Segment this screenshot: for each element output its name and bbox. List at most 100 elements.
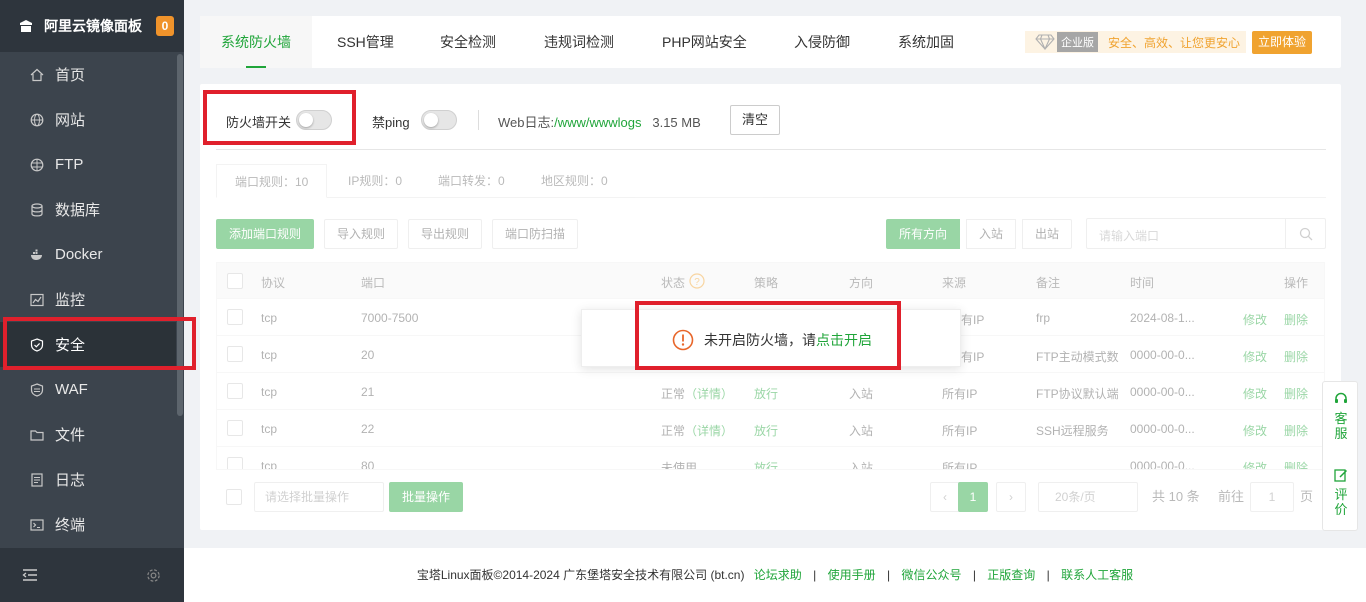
service-label: 客服 [1334, 411, 1348, 441]
tab-intrusion-defense[interactable]: 入侵防御 [794, 16, 850, 68]
footer-separator: | [972, 568, 976, 582]
direction-all-button[interactable]: 所有方向 [886, 219, 961, 249]
floating-help: 客服 评价 [1322, 381, 1358, 531]
delete-link[interactable]: 删除 [1284, 348, 1308, 365]
weblog-path[interactable]: /www/wwwlogs [554, 115, 641, 130]
log-icon [30, 472, 44, 487]
edit-link[interactable]: 修改 [1243, 422, 1267, 439]
tab-ip-rules[interactable]: IP规则：0 [348, 164, 402, 198]
tab-php-security[interactable]: PHP网站安全 [662, 16, 747, 68]
settings-gear-icon[interactable] [146, 568, 161, 583]
batch-action-select[interactable]: 请选择批量操作 [254, 482, 384, 512]
ping-toggle[interactable] [421, 110, 457, 130]
help-icon[interactable]: ? [689, 273, 705, 289]
table-row[interactable]: tcp 22 正常（详情） 放行 入站 所有IP SSH远程服务 0000-00… [217, 410, 1324, 447]
sidebar-item-logs[interactable]: 日志 [0, 457, 176, 502]
firewall-off-toast: 未开启防火墙，请 点击开启 [581, 309, 961, 367]
try-now-button[interactable]: 立即体验 [1252, 31, 1313, 54]
current-page[interactable]: 1 [958, 482, 988, 512]
footer-select-all-checkbox[interactable] [226, 489, 242, 505]
port-search[interactable]: 请输入端口 [1086, 218, 1326, 249]
tab-ssh[interactable]: SSH管理 [337, 16, 394, 68]
clear-logs-button[interactable]: 清空 [730, 105, 780, 135]
edit-link[interactable]: 修改 [1243, 311, 1267, 328]
search-input[interactable]: 请输入端口 [1099, 227, 1159, 244]
goto-label: 前往 [1218, 489, 1245, 504]
footer-link-manual[interactable]: 使用手册 [828, 568, 876, 582]
delete-link[interactable]: 删除 [1284, 311, 1308, 328]
page-size-select[interactable]: 20条/页 [1038, 482, 1138, 512]
cell-source: 所有IP [942, 424, 978, 438]
sidebar-item-files[interactable]: 文件 [0, 412, 176, 457]
batch-action-button[interactable]: 批量操作 [389, 482, 464, 512]
database-icon [30, 202, 44, 217]
edit-link[interactable]: 修改 [1243, 459, 1267, 469]
firewall-toggle[interactable] [296, 110, 332, 130]
select-all-checkbox[interactable] [227, 273, 243, 289]
tab-region-rules[interactable]: 地区规则：0 [541, 164, 608, 198]
sidebar-scrollbar[interactable] [176, 52, 184, 548]
row-checkbox[interactable] [227, 346, 243, 362]
sidebar-item-label: 数据库 [55, 202, 101, 219]
footer-link-support[interactable]: 联系人工客服 [1061, 568, 1133, 582]
next-page-button[interactable]: › [996, 482, 1026, 512]
edit-link[interactable]: 修改 [1243, 348, 1267, 365]
table-row[interactable]: tcp 21 正常（详情） 放行 入站 所有IP FTP协议默认端 0000-0… [217, 373, 1324, 410]
sidebar-item-ftp[interactable]: FTP [0, 142, 176, 187]
collapse-menu-icon[interactable] [22, 568, 38, 582]
sidebar-item-terminal[interactable]: 终端 [0, 502, 176, 547]
edit-link[interactable]: 修改 [1243, 385, 1267, 402]
prev-page-button[interactable]: ‹ [930, 482, 960, 512]
review-button[interactable]: 评价 [1323, 468, 1359, 517]
row-checkbox[interactable] [227, 420, 243, 436]
delete-link[interactable]: 删除 [1284, 459, 1308, 469]
cell-status: 正常（详情） [661, 422, 733, 439]
footer-link-forum[interactable]: 论坛求助 [754, 568, 802, 582]
sidebar-item-label: 网站 [55, 112, 86, 129]
tab-system-firewall[interactable]: 系统防火墙 [200, 16, 312, 68]
enable-firewall-link[interactable]: 点击开启 [816, 330, 872, 350]
delete-link[interactable]: 删除 [1284, 385, 1308, 402]
footer-link-wechat[interactable]: 微信公众号 [901, 568, 961, 582]
scrollbar-thumb[interactable] [177, 54, 183, 416]
cell-time: 0000-00-0... [1130, 385, 1195, 399]
sidebar-item-website[interactable]: 网站 [0, 97, 176, 142]
direction-out-button[interactable]: 出站 [1022, 219, 1073, 249]
notification-badge[interactable]: 0 [156, 16, 174, 36]
sidebar-item-security[interactable]: 安全 [0, 322, 176, 367]
folder-icon [30, 428, 44, 442]
cell-protocol: tcp [261, 311, 278, 325]
footer-link-verify[interactable]: 正版查询 [987, 568, 1035, 582]
row-checkbox[interactable] [227, 383, 243, 399]
sidebar-item-waf[interactable]: WAF [0, 367, 176, 412]
sidebar-item-monitor[interactable]: 监控 [0, 277, 176, 322]
tab-banned-words[interactable]: 违规词检测 [544, 16, 614, 68]
port-scan-protect-button[interactable]: 端口防扫描 [492, 219, 579, 249]
goto-page-input[interactable]: 1 [1250, 482, 1294, 512]
tab-system-hardening[interactable]: 系统加固 [898, 16, 954, 68]
delete-link[interactable]: 删除 [1284, 422, 1308, 439]
tab-port-forward[interactable]: 端口转发：0 [438, 164, 505, 198]
tab-security-scan[interactable]: 安全检测 [440, 16, 496, 68]
status-detail-link[interactable]: （详情） [685, 387, 733, 401]
cell-direction: 入站 [849, 461, 874, 470]
tab-label: 系统防火墙 [221, 34, 291, 50]
sidebar-item-database[interactable]: 数据库 [0, 187, 176, 232]
search-icon[interactable] [1285, 219, 1325, 248]
sidebar-item-label: FTP [55, 156, 84, 173]
status-detail-link[interactable]: （详情） [685, 424, 733, 438]
row-checkbox[interactable] [227, 309, 243, 325]
tab-port-rules[interactable]: 端口规则：10 [216, 164, 328, 198]
edit-icon [1334, 469, 1348, 482]
sidebar-item-docker[interactable]: Docker [0, 232, 176, 277]
add-port-rule-button[interactable]: 添加端口规则 [216, 219, 315, 249]
export-rules-button[interactable]: 导出规则 [408, 219, 483, 249]
sidebar-item-home[interactable]: 首页 [0, 52, 176, 97]
table-row[interactable]: tcp 80 未使用 放行 入站 所有IP 0000-00-0... 修改 删除 [217, 447, 1324, 470]
direction-in-button[interactable]: 入站 [966, 219, 1017, 249]
panel-logo-icon [20, 20, 32, 32]
firewall-switch-label: 防火墙开关 [226, 115, 292, 130]
import-rules-button[interactable]: 导入规则 [324, 219, 399, 249]
customer-service-button[interactable]: 客服 [1323, 392, 1359, 441]
row-checkbox[interactable] [227, 457, 243, 469]
